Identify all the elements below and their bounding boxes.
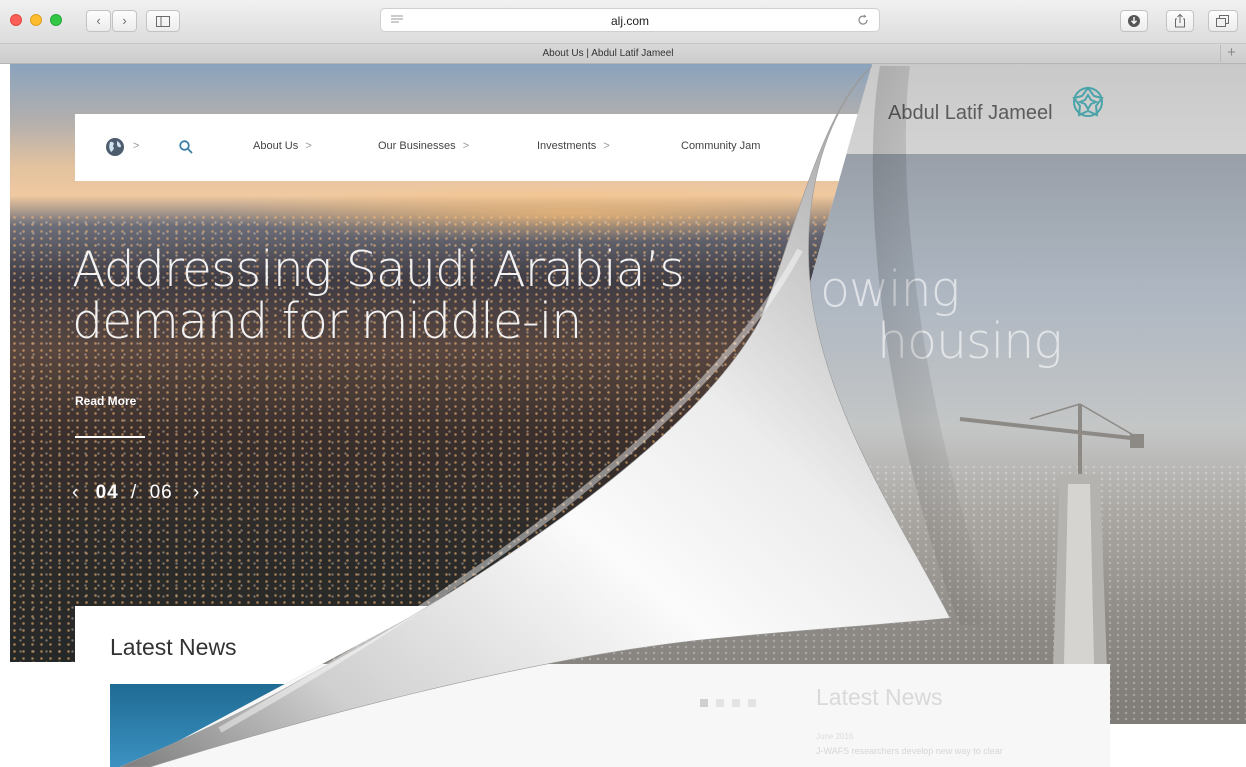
nav-community-jameel[interactable]: Community Jam xyxy=(681,140,760,152)
tabs-overview-button[interactable] xyxy=(1208,10,1238,32)
slide-counter: ‹ 04 / 06 › xyxy=(72,482,200,504)
minimize-window-button[interactable] xyxy=(30,14,42,26)
next-latest-news-title: Latest News xyxy=(816,684,943,710)
pagination-dot[interactable] xyxy=(700,699,708,707)
forward-button[interactable]: › xyxy=(112,10,137,32)
hero-title: Addressing Saudi Arabia’s demand for mid… xyxy=(72,244,832,348)
back-button[interactable]: ‹ xyxy=(86,10,111,32)
pagination-dot[interactable] xyxy=(732,699,740,707)
next-news-headline[interactable]: J-WAFS researchers develop new way to cl… xyxy=(816,746,1003,756)
slide-next-icon[interactable]: › xyxy=(193,482,200,503)
zoom-window-button[interactable] xyxy=(50,14,62,26)
nav-investments[interactable]: Investments > xyxy=(537,140,610,152)
language-chevron[interactable]: > xyxy=(133,140,139,152)
latest-news-title: Latest News xyxy=(110,634,237,660)
read-more-underline xyxy=(75,436,145,438)
chevron-right-icon: > xyxy=(603,140,610,152)
alj-logo-icon[interactable] xyxy=(1068,82,1108,122)
url-text: alj.com xyxy=(610,14,649,28)
site-logo-text[interactable]: Abdul Latif Jameel xyxy=(888,102,1053,125)
close-window-button[interactable] xyxy=(10,14,22,26)
site-navbar: > About Us > Our Businesses > Investment… xyxy=(75,114,865,181)
nav-our-businesses[interactable]: Our Businesses > xyxy=(378,140,469,152)
sidebar-button[interactable] xyxy=(146,10,180,32)
share-icon xyxy=(1175,13,1185,28)
hero-title-line-1: Addressing Saudi Arabia’s xyxy=(72,241,685,298)
tab-bar: About Us | Abdul Latif Jameel + xyxy=(0,44,1246,64)
nav-investments-label: Investments xyxy=(537,140,597,152)
globe-icon[interactable] xyxy=(105,137,125,157)
reload-icon[interactable] xyxy=(857,14,869,26)
news-pagination-dots[interactable] xyxy=(700,694,764,712)
nav-about-us-label: About Us xyxy=(253,140,299,152)
browser-toolbar: ‹ › alj.com xyxy=(0,0,1246,44)
search-icon[interactable] xyxy=(179,140,193,154)
sidebar-icon xyxy=(156,16,170,27)
hero-title-line-2: demand for middle-in xyxy=(72,293,582,350)
share-button[interactable] xyxy=(1166,10,1194,32)
download-icon xyxy=(1128,15,1140,27)
slide-current: 04 xyxy=(95,482,119,503)
read-more-link[interactable]: Read More xyxy=(75,394,136,408)
pagination-dot[interactable] xyxy=(748,699,756,707)
slide-separator-icon: / xyxy=(131,482,138,503)
downloads-button[interactable] xyxy=(1120,10,1148,32)
chevron-right-icon: › xyxy=(122,13,127,28)
pagination-dot[interactable] xyxy=(716,699,724,707)
new-tab-button[interactable]: + xyxy=(1220,45,1242,62)
chevron-left-icon: ‹ xyxy=(96,13,101,28)
slide-total: 06 xyxy=(149,482,173,503)
next-news-date: June 2016 xyxy=(816,732,854,741)
slide-prev-icon[interactable]: ‹ xyxy=(72,482,79,503)
nav-our-businesses-label: Our Businesses xyxy=(378,140,456,152)
tab-active[interactable]: About Us | Abdul Latif Jameel xyxy=(0,48,1216,59)
chevron-right-icon: > xyxy=(462,140,470,152)
address-bar[interactable]: alj.com xyxy=(380,8,880,32)
chevron-right-icon: > xyxy=(305,140,312,152)
tabs-icon xyxy=(1216,15,1229,27)
nav-about-us[interactable]: About Us > xyxy=(253,140,312,152)
